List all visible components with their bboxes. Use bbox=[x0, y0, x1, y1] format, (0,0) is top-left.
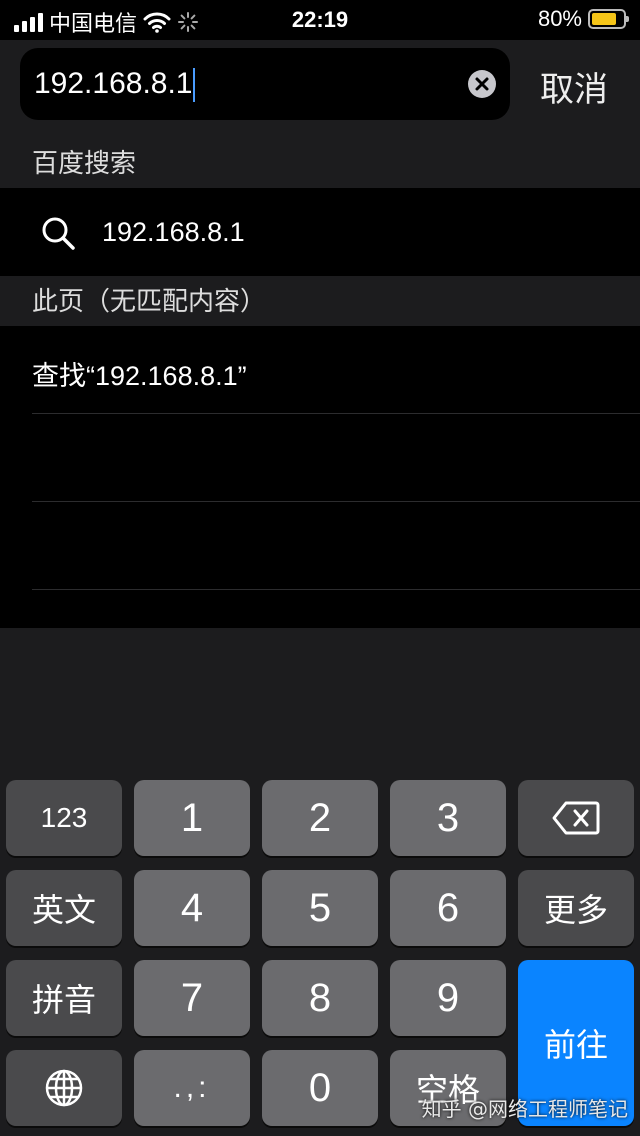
divider bbox=[32, 589, 640, 590]
delete-backward-icon bbox=[552, 801, 600, 835]
text-caret bbox=[193, 68, 196, 103]
key-2[interactable]: 2 bbox=[262, 780, 378, 856]
key-pinyin[interactable]: 拼音 bbox=[6, 960, 122, 1036]
search-input-text[interactable]: 192.168.8.1 bbox=[34, 67, 196, 103]
keyboard-toolbar-gap bbox=[0, 628, 640, 693]
key-0[interactable]: 0 bbox=[262, 1050, 378, 1126]
keyboard: 123 1 2 3 英文 4 5 6 更多 拼音 7 8 9 前往 .,: 0 … bbox=[0, 692, 640, 1136]
key-3[interactable]: 3 bbox=[390, 780, 506, 856]
cancel-button[interactable]: 取消 bbox=[540, 62, 608, 111]
divider bbox=[32, 501, 640, 502]
key-punctuation[interactable]: .,: bbox=[134, 1050, 250, 1126]
this-page-results: 查找“192.168.8.1” bbox=[0, 326, 640, 628]
status-right: 80% bbox=[537, 6, 629, 32]
baidu-suggestion-row[interactable]: 192.168.8.1 bbox=[0, 188, 640, 276]
key-5[interactable]: 5 bbox=[262, 870, 378, 946]
key-more[interactable]: 更多 bbox=[518, 870, 634, 946]
search-input[interactable]: 192.168.8.1 bbox=[20, 48, 510, 120]
key-8[interactable]: 8 bbox=[262, 960, 378, 1036]
divider bbox=[32, 413, 640, 414]
key-1[interactable]: 1 bbox=[134, 780, 250, 856]
section-header-this-page: 此页（无匹配内容） bbox=[0, 276, 640, 326]
watermark: 知乎 @网络工程师笔记 bbox=[421, 1097, 628, 1121]
globe-icon bbox=[45, 1069, 83, 1107]
battery-percent: 80% bbox=[537, 6, 582, 31]
find-on-page-item[interactable]: 查找“192.168.8.1” bbox=[32, 354, 247, 393]
key-123[interactable]: 123 bbox=[6, 780, 122, 856]
search-bar: 192.168.8.1 取消 bbox=[0, 40, 640, 138]
key-9[interactable]: 9 bbox=[390, 960, 506, 1036]
section-header-baidu: 百度搜索 bbox=[0, 138, 640, 188]
globe-button[interactable] bbox=[6, 1050, 122, 1126]
key-6[interactable]: 6 bbox=[390, 870, 506, 946]
key-english[interactable]: 英文 bbox=[6, 870, 122, 946]
clear-icon[interactable] bbox=[468, 70, 496, 98]
status-bar: 中国电信 22:19 80% bbox=[0, 0, 640, 40]
key-7[interactable]: 7 bbox=[134, 960, 250, 1036]
search-icon bbox=[42, 217, 75, 250]
battery-icon bbox=[588, 9, 629, 29]
key-4[interactable]: 4 bbox=[134, 870, 250, 946]
delete-button[interactable] bbox=[518, 780, 634, 856]
baidu-suggestion-text: 192.168.8.1 bbox=[102, 217, 245, 247]
battery-fill bbox=[592, 13, 616, 25]
